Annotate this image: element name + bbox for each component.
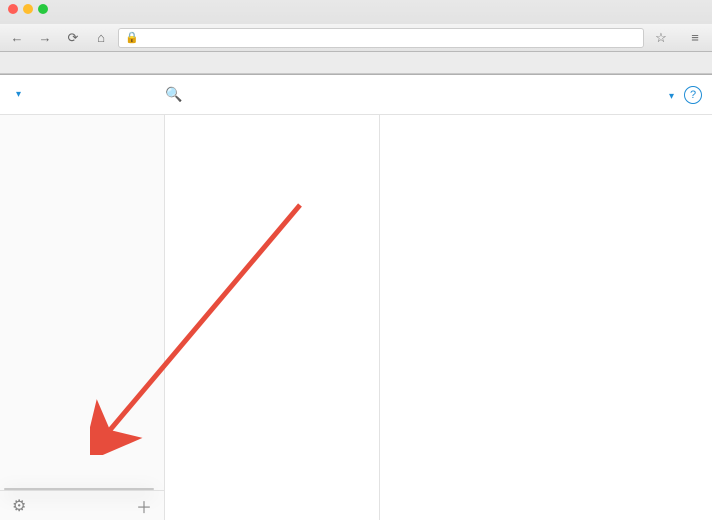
section-dropdown[interactable]: ▾ <box>14 89 21 100</box>
chevron-down-icon: ▾ <box>16 89 21 100</box>
back-button[interactable]: ← <box>6 28 28 48</box>
account-menu[interactable]: ▾ <box>669 87 674 102</box>
menu-button[interactable]: ≡ <box>684 28 706 48</box>
browser-chrome: ← → ⟳ ⌂ 🔒 ☆ ≡ <box>0 0 712 75</box>
minimize-window-icon[interactable] <box>23 4 33 14</box>
add-button[interactable]: ＋ <box>136 494 152 518</box>
home-button[interactable]: ⌂ <box>90 28 112 48</box>
address-bar[interactable]: 🔒 <box>118 28 644 48</box>
lock-icon: 🔒 <box>125 31 139 44</box>
alpha-index[interactable] <box>366 119 376 516</box>
contacts-grid <box>380 115 712 520</box>
window-controls <box>0 0 56 14</box>
sidebar: ⚙ ＋ <box>0 115 165 520</box>
gear-icon[interactable]: ⚙ <box>12 496 26 516</box>
browser-toolbar: ← → ⟳ ⌂ 🔒 ☆ ≡ <box>0 24 712 52</box>
forward-button[interactable]: → <box>34 28 56 48</box>
search-input[interactable] <box>188 87 348 102</box>
bookmark-star-icon[interactable]: ☆ <box>650 28 672 48</box>
sidebar-item-all-contacts[interactable] <box>0 115 164 131</box>
search-icon: 🔍 <box>165 86 182 103</box>
help-button[interactable]: ? <box>684 86 702 104</box>
reload-button[interactable]: ⟳ <box>62 28 84 48</box>
bookmarks-bar <box>0 52 712 74</box>
zoom-window-icon[interactable] <box>38 4 48 14</box>
close-window-icon[interactable] <box>8 4 18 14</box>
contacts-list <box>165 115 380 520</box>
chevron-down-icon: ▾ <box>669 91 674 102</box>
icloud-app: ▾ 🔍 ▾ ? ⚙ ＋ <box>0 75 712 520</box>
gear-context-menu <box>4 488 154 490</box>
tab-strip <box>0 0 712 24</box>
app-header: ▾ 🔍 ▾ ? <box>0 75 712 115</box>
sidebar-footer: ⚙ ＋ <box>0 490 164 520</box>
